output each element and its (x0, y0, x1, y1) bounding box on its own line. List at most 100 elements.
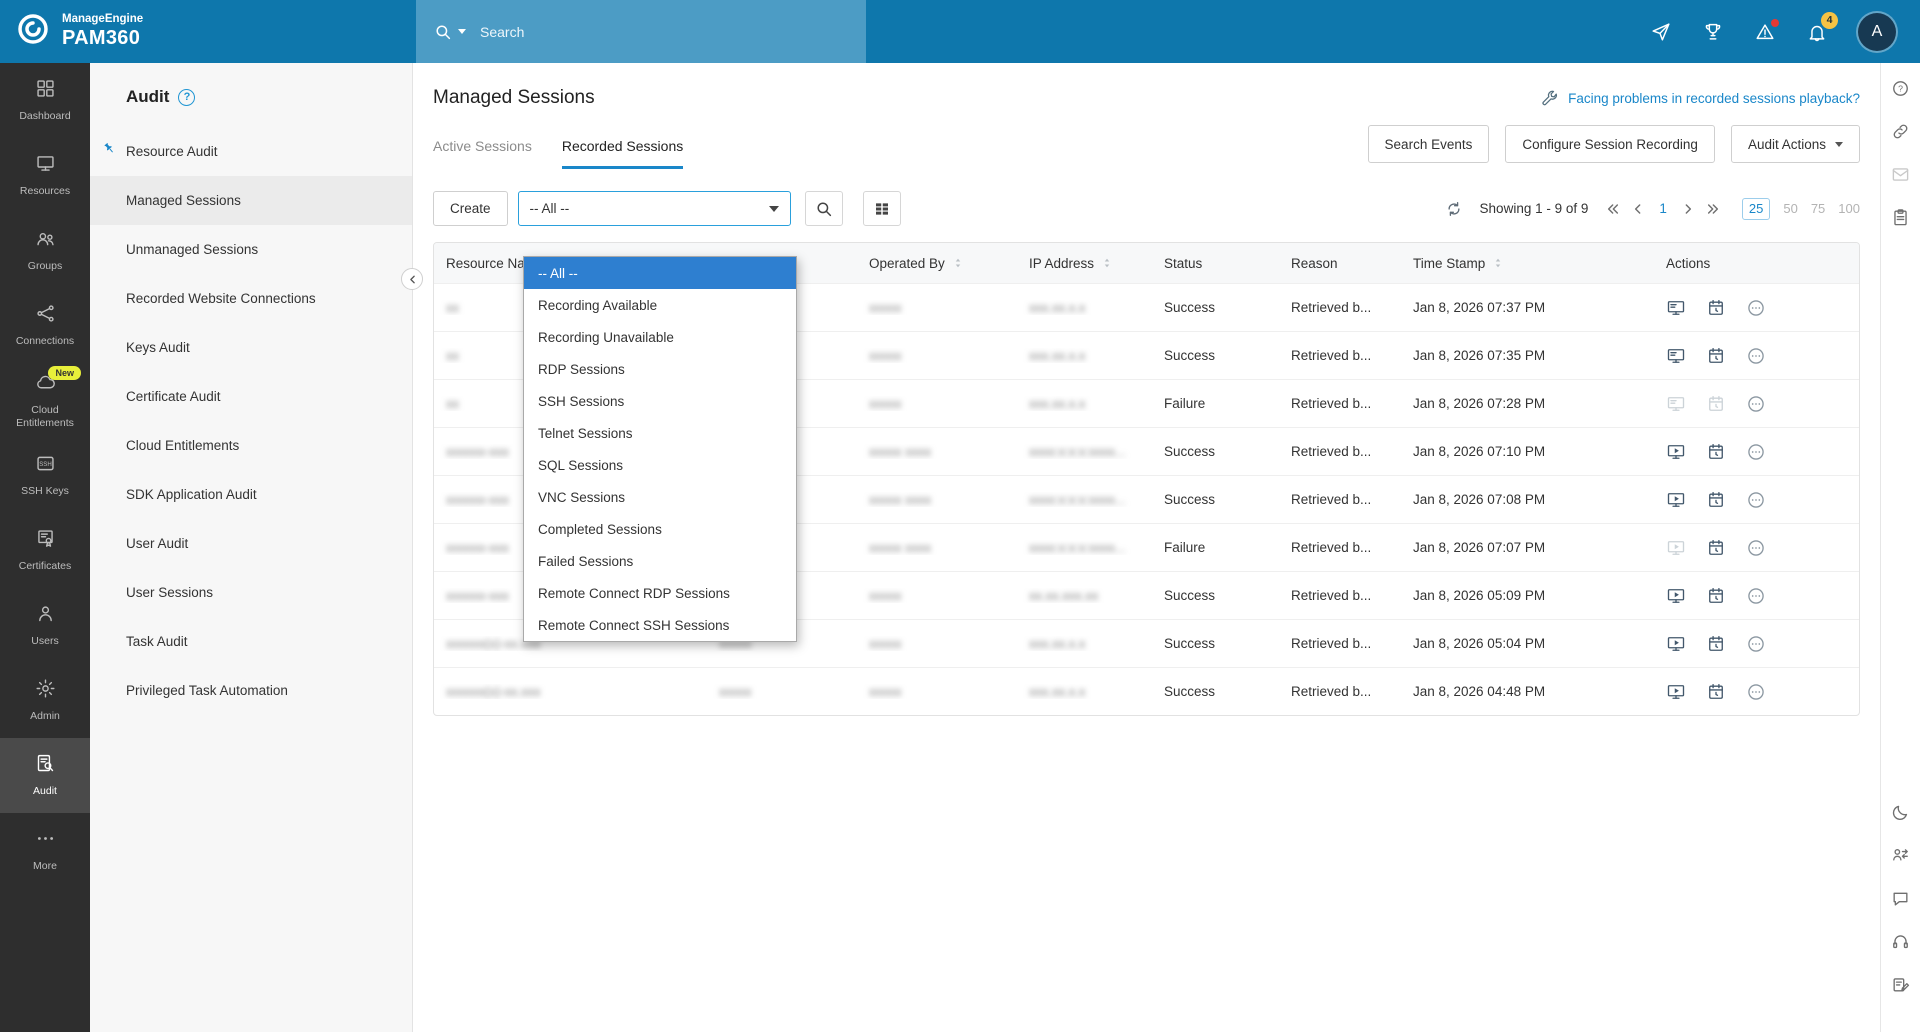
nav-item-ssh-keys[interactable]: SSH SSH Keys (0, 438, 90, 513)
more-circle-icon[interactable] (1746, 346, 1766, 366)
filter-option-recording-available[interactable]: Recording Available (524, 289, 796, 321)
calendar-clock-icon[interactable] (1706, 538, 1726, 558)
audit-menu-item-recorded-website-connections[interactable]: Recorded Website Connections (90, 274, 412, 323)
session-log-icon[interactable] (1666, 298, 1686, 318)
sort-icon[interactable] (1492, 257, 1504, 269)
search-events-button[interactable]: Search Events (1367, 125, 1490, 163)
more-circle-icon[interactable] (1746, 298, 1766, 318)
more-circle-icon[interactable] (1746, 682, 1766, 702)
audit-menu-item-certificate-audit[interactable]: Certificate Audit (90, 372, 412, 421)
session-filter-select[interactable]: -- All -- (517, 191, 791, 226)
filter-option-sql-sessions[interactable]: SQL Sessions (524, 449, 796, 481)
link-icon[interactable] (1891, 122, 1910, 141)
nav-item-groups[interactable]: Groups (0, 213, 90, 288)
calendar-clock-icon[interactable] (1706, 346, 1726, 366)
page-size-100[interactable]: 100 (1838, 201, 1860, 216)
column-ip-address[interactable]: IP Address (1017, 256, 1152, 271)
audit-menu-item-user-sessions[interactable]: User Sessions (90, 568, 412, 617)
tab-active-sessions[interactable]: Active Sessions (433, 138, 532, 169)
filter-option-rdp-sessions[interactable]: RDP Sessions (524, 353, 796, 385)
monitor-play-icon[interactable] (1666, 490, 1686, 510)
search-button[interactable] (804, 191, 843, 226)
more-circle-icon[interactable] (1746, 490, 1766, 510)
filter-option-remote-connect-rdp-sessions[interactable]: Remote Connect RDP Sessions (524, 577, 796, 609)
send-icon[interactable] (1650, 21, 1672, 43)
nav-item-cloud-entitlements[interactable]: Cloud Entitlements New (0, 363, 90, 438)
nav-item-connections[interactable]: Connections (0, 288, 90, 363)
filter-option-completed-sessions[interactable]: Completed Sessions (524, 513, 796, 545)
configure-session-recording-button[interactable]: Configure Session Recording (1505, 125, 1715, 163)
calendar-clock-icon[interactable] (1706, 682, 1726, 702)
filter-option-ssh-sessions[interactable]: SSH Sessions (524, 385, 796, 417)
monitor-play-icon[interactable] (1666, 586, 1686, 606)
notifications-bell-icon[interactable]: 4 (1806, 11, 1838, 43)
filter-option-failed-sessions[interactable]: Failed Sessions (524, 545, 796, 577)
clipboard-icon[interactable] (1891, 208, 1910, 227)
audit-menu-item-keys-audit[interactable]: Keys Audit (90, 323, 412, 372)
filter-option-recording-unavailable[interactable]: Recording Unavailable (524, 321, 796, 353)
alerts-icon[interactable] (1754, 18, 1779, 43)
tab-recorded-sessions[interactable]: Recorded Sessions (561, 138, 684, 169)
refresh-icon[interactable] (1445, 200, 1463, 218)
calendar-clock-icon[interactable] (1706, 634, 1726, 654)
chat-icon[interactable] (1891, 889, 1910, 908)
audit-menu-item-managed-sessions[interactable]: Managed Sessions (90, 176, 412, 225)
session-log-icon[interactable] (1666, 346, 1686, 366)
more-circle-icon[interactable] (1746, 538, 1766, 558)
user-flow-icon[interactable] (1891, 846, 1910, 865)
nav-item-certificates[interactable]: Certificates (0, 513, 90, 588)
create-button[interactable]: Create (433, 191, 508, 226)
nav-item-more[interactable]: More (0, 813, 90, 888)
next-page-icon[interactable] (1680, 201, 1696, 217)
filter-option-vnc-sessions[interactable]: VNC Sessions (524, 481, 796, 513)
last-page-icon[interactable] (1705, 201, 1721, 217)
trophy-icon[interactable] (1702, 21, 1724, 43)
user-avatar[interactable]: A (1858, 12, 1896, 51)
monitor-play-icon[interactable] (1666, 442, 1686, 462)
help-icon[interactable]: ? (178, 88, 196, 106)
prev-page-icon[interactable] (1630, 201, 1646, 217)
filter-option-telnet-sessions[interactable]: Telnet Sessions (524, 417, 796, 449)
audit-menu-item-user-audit[interactable]: User Audit (90, 519, 412, 568)
nav-item-dashboard[interactable]: Dashboard (0, 63, 90, 138)
more-circle-icon[interactable] (1746, 586, 1766, 606)
audit-menu-item-cloud-entitlements[interactable]: Cloud Entitlements (90, 421, 412, 470)
global-search-input[interactable]: Search (416, 0, 866, 63)
sort-icon[interactable] (1101, 257, 1113, 269)
audit-menu-item-resource-audit[interactable]: Resource Audit (90, 127, 412, 176)
nav-item-users[interactable]: Users (0, 588, 90, 663)
sort-icon[interactable] (952, 257, 964, 269)
nav-item-admin[interactable]: Admin (0, 663, 90, 738)
monitor-play-icon[interactable] (1666, 634, 1686, 654)
page-size-50[interactable]: 50 (1783, 201, 1797, 216)
first-page-icon[interactable] (1605, 201, 1621, 217)
audit-menu-item-unmanaged-sessions[interactable]: Unmanaged Sessions (90, 225, 412, 274)
question-icon[interactable]: ? (1891, 79, 1910, 98)
more-circle-icon[interactable] (1746, 634, 1766, 654)
calendar-clock-icon[interactable] (1706, 586, 1726, 606)
nav-item-audit[interactable]: Audit (0, 738, 90, 813)
headset-icon[interactable] (1891, 932, 1910, 951)
calendar-clock-icon[interactable] (1706, 298, 1726, 318)
audit-actions-button[interactable]: Audit Actions (1730, 125, 1860, 163)
more-circle-icon[interactable] (1746, 394, 1766, 414)
collapse-panel-button[interactable] (401, 268, 423, 290)
current-page[interactable]: 1 (1655, 201, 1671, 216)
calendar-clock-icon[interactable] (1706, 490, 1726, 510)
filter-option-all[interactable]: -- All -- (524, 257, 796, 289)
feedback-icon[interactable] (1891, 975, 1910, 994)
filter-option-remote-connect-ssh-sessions[interactable]: Remote Connect SSH Sessions (524, 609, 796, 641)
playback-help-link[interactable]: Facing problems in recorded sessions pla… (1540, 89, 1860, 108)
column-operated-by[interactable]: Operated By (857, 256, 1017, 271)
moon-icon[interactable] (1891, 803, 1910, 822)
nav-item-resources[interactable]: Resources (0, 138, 90, 213)
column-view-button[interactable] (862, 191, 901, 226)
mail-icon[interactable] (1891, 165, 1910, 184)
page-size-25[interactable]: 25 (1741, 197, 1771, 220)
monitor-play-icon[interactable] (1666, 682, 1686, 702)
audit-menu-item-sdk-application-audit[interactable]: SDK Application Audit (90, 470, 412, 519)
audit-menu-item-task-audit[interactable]: Task Audit (90, 617, 412, 666)
page-size-75[interactable]: 75 (1811, 201, 1825, 216)
calendar-clock-icon[interactable] (1706, 442, 1726, 462)
audit-menu-item-privileged-task-automation[interactable]: Privileged Task Automation (90, 666, 412, 715)
